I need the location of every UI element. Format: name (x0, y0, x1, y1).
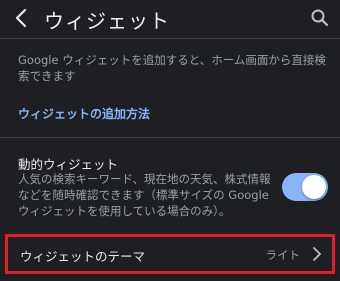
widget-description: Google ウィジェットを追加すると、ホーム画面から直接検索できます (18, 53, 326, 83)
widget-howto-link[interactable]: ウィジェットの追加方法 (18, 105, 150, 122)
chevron-right-icon (313, 247, 321, 261)
widget-theme-row[interactable]: ウィジェットのテーマ ライト (5, 234, 335, 274)
page-title: ウィジェット (44, 9, 170, 33)
chevron-left-icon (15, 8, 27, 28)
search-button[interactable] (310, 8, 330, 28)
back-button[interactable] (10, 6, 34, 30)
dynamic-widget-description: 人気の検索キーワード、現在地の天気、株式情報などを随時確認できます（標準サイズの… (18, 172, 271, 218)
search-icon (311, 9, 329, 27)
widget-theme-value: ライト (265, 248, 301, 262)
toggle-knob (302, 175, 326, 199)
section-divider (0, 137, 340, 138)
header-divider (0, 38, 340, 39)
app-header: ウィジェット (0, 0, 340, 38)
dynamic-widget-toggle[interactable] (282, 173, 328, 201)
widget-theme-label: ウィジェットのテーマ (20, 249, 146, 264)
